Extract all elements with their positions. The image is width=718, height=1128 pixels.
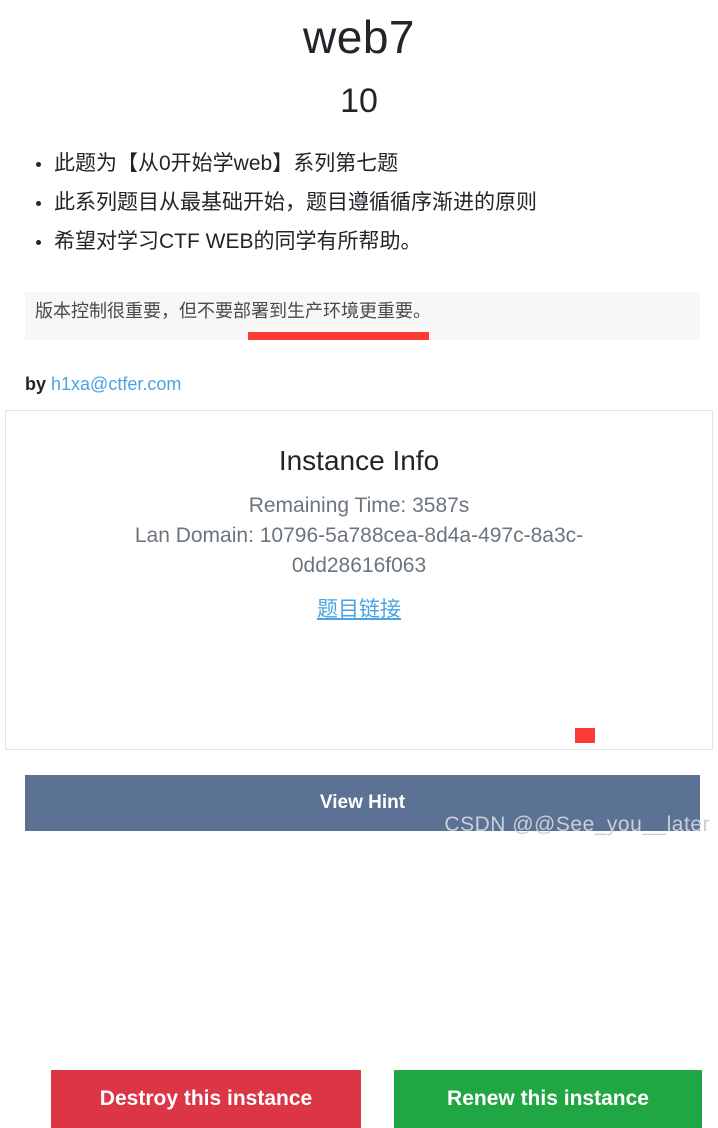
- list-item: 此题为【从0开始学web】系列第七题: [36, 144, 718, 183]
- challenge-page: web7 10 此题为【从0开始学web】系列第七题 此系列题目从最基础开始，题…: [0, 0, 718, 1128]
- instance-link-wrap: 题目链接: [6, 581, 712, 624]
- description-list: 此题为【从0开始学web】系列第七题 此系列题目从最基础开始，题目遵循循序渐进的…: [0, 118, 718, 261]
- author-email-link[interactable]: h1xa@ctfer.com: [51, 374, 181, 394]
- destroy-instance-button[interactable]: Destroy this instance: [51, 1070, 361, 1128]
- renew-instance-button[interactable]: Renew this instance: [394, 1070, 702, 1128]
- instance-meta: Remaining Time: 3587s Lan Domain: 10796-…: [6, 478, 712, 581]
- list-item: 此系列题目从最基础开始，题目遵循循序渐进的原则: [36, 183, 718, 222]
- instance-info-title: Instance Info: [278, 445, 440, 476]
- lan-domain: Lan Domain: 10796-5a788cea-8d4a-497c-8a3…: [134, 524, 584, 577]
- list-item: 希望对学习CTF WEB的同学有所帮助。: [36, 222, 718, 261]
- author-prefix: by: [25, 374, 52, 394]
- red-annotation-square: [575, 728, 595, 743]
- page-title: web7: [303, 11, 415, 63]
- challenge-link[interactable]: 题目链接: [317, 598, 401, 621]
- challenge-score: 10: [340, 82, 378, 120]
- instance-info-card: Instance Info Remaining Time: 3587s Lan …: [5, 410, 713, 1128]
- hint-text: 版本控制很重要，但不要部署到生产环境更重要。: [35, 301, 431, 321]
- red-annotation-bar: [248, 332, 429, 340]
- view-hint-button[interactable]: View Hint: [25, 775, 700, 831]
- author-line: by h1xa@ctfer.com: [25, 371, 181, 397]
- remaining-time: Remaining Time: 3587s: [248, 494, 470, 517]
